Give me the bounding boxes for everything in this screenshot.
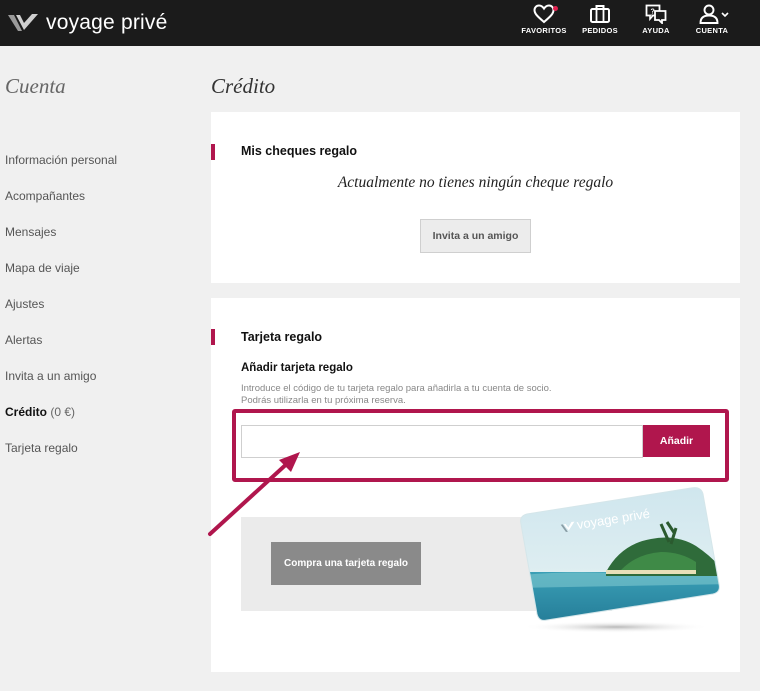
chat-help-icon: ? bbox=[645, 4, 667, 24]
heart-icon bbox=[533, 4, 555, 24]
sidebar-title: Cuenta bbox=[5, 74, 66, 98]
brand-logo-text: voyage privé bbox=[46, 11, 168, 34]
sidebar-item-credito-label: Crédito bbox=[5, 405, 47, 419]
help-line-1: Introduce el código de tu tarjeta regalo… bbox=[241, 383, 552, 394]
notification-dot bbox=[553, 6, 558, 11]
nav-favoritos-label: FAVORITOS bbox=[521, 26, 567, 35]
buy-giftcard-button[interactable]: Compra una tarjeta regalo bbox=[271, 542, 421, 585]
annotation-arrow-icon bbox=[208, 452, 300, 536]
sidebar-item-informacion-personal[interactable]: Información personal bbox=[5, 153, 117, 167]
nav-pedidos[interactable]: PEDIDOS bbox=[572, 4, 628, 42]
cheques-heading: Mis cheques regalo bbox=[241, 144, 358, 158]
add-giftcard-heading: Añadir tarjeta regalo bbox=[241, 362, 353, 374]
top-navigation-bar: voyage privé FAVORITOS PEDIDOS ? AYUDA C… bbox=[0, 0, 760, 46]
credit-amount: (0 €) bbox=[50, 405, 76, 419]
sidebar-item-invita-a-un-amigo[interactable]: Invita a un amigo bbox=[5, 369, 96, 383]
sidebar-item-credito[interactable]: Crédito (0 €) bbox=[5, 405, 75, 419]
suitcase-icon bbox=[590, 5, 610, 23]
logo-mark-icon bbox=[8, 14, 38, 31]
section-accent-bar bbox=[211, 144, 215, 160]
giftcard-heading: Tarjeta regalo bbox=[241, 330, 323, 344]
sidebar-item-ajustes[interactable]: Ajustes bbox=[5, 297, 44, 311]
sidebar-item-alertas[interactable]: Alertas bbox=[5, 333, 42, 347]
help-line-2: Podrás utilizarla en tu próxima reserva. bbox=[241, 395, 406, 406]
section-accent-bar bbox=[211, 329, 215, 345]
nav-cuenta-label: CUENTA bbox=[695, 26, 729, 35]
empty-cheques-message: Actualmente no tienes ningún cheque rega… bbox=[337, 174, 614, 191]
invite-friend-button[interactable]: Invita a un amigo bbox=[420, 219, 531, 253]
giftcard-image: voyage privé bbox=[520, 487, 720, 633]
page-title: Crédito bbox=[211, 74, 276, 98]
nav-cuenta[interactable]: CUENTA bbox=[684, 4, 740, 42]
giftcard-help-text: Introduce el código de tu tarjeta regalo… bbox=[241, 383, 621, 407]
sidebar-item-tarjeta-regalo[interactable]: Tarjeta regalo bbox=[5, 441, 78, 455]
cheques-card: Mis cheques regalo Actualmente no tienes… bbox=[211, 112, 740, 283]
svg-text:?: ? bbox=[651, 9, 655, 16]
nav-ayuda-label: AYUDA bbox=[642, 26, 670, 35]
nav-favoritos[interactable]: FAVORITOS bbox=[516, 4, 572, 42]
nav-ayuda[interactable]: ? AYUDA bbox=[628, 4, 684, 42]
sidebar-item-mensajes[interactable]: Mensajes bbox=[5, 225, 56, 239]
nav-pedidos-label: PEDIDOS bbox=[582, 26, 618, 35]
sidebar-item-mapa-de-viaje[interactable]: Mapa de viaje bbox=[5, 261, 80, 275]
user-icon bbox=[699, 4, 729, 24]
brand-logo[interactable]: voyage privé bbox=[8, 8, 167, 38]
add-giftcard-button[interactable]: Añadir bbox=[643, 425, 710, 457]
sidebar-item-acompanantes[interactable]: Acompañantes bbox=[5, 189, 85, 203]
